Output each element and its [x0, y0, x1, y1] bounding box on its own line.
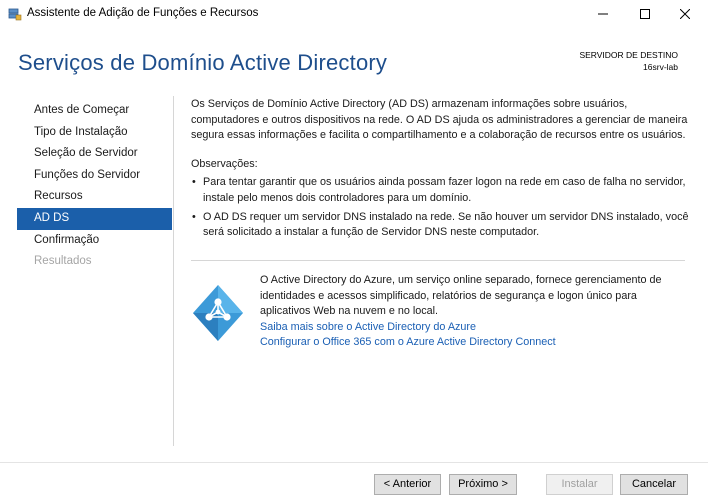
- nav-item-antes-de-comecar[interactable]: Antes de Começar: [17, 100, 172, 122]
- azure-description: O Active Directory do Azure, um serviço …: [260, 274, 662, 318]
- nav-item-ad-ds[interactable]: AD DS: [17, 207, 172, 230]
- nav-item-tipo-de-instalacao[interactable]: Tipo de Instalação: [17, 122, 172, 144]
- close-button[interactable]: [662, 0, 708, 28]
- azure-ad-icon: [191, 283, 245, 343]
- page-header: Serviços de Domínio Active Directory SER…: [0, 28, 708, 94]
- nav-divider: [173, 96, 174, 446]
- nav-item-recursos[interactable]: Recursos: [17, 186, 172, 208]
- next-button[interactable]: Próximo >: [449, 474, 517, 495]
- list-item: • Para tentar garantir que os usuários a…: [191, 175, 691, 206]
- window-title: Assistente de Adição de Funções e Recurs…: [27, 7, 259, 19]
- bullet-text: O AD DS requer um servidor DNS instalado…: [203, 210, 689, 239]
- wizard-nav: Antes de Começar Tipo de Instalação Sele…: [17, 100, 172, 273]
- title-bar: Assistente de Adição de Funções e Recurs…: [0, 0, 708, 28]
- observations-title: Observações:: [191, 157, 258, 170]
- section-divider: [191, 260, 685, 261]
- nav-item-funcoes-do-servidor[interactable]: Funções do Servidor: [17, 165, 172, 187]
- bullet-icon: •: [192, 210, 196, 223]
- destination-server-label: SERVIDOR DE DESTINO: [579, 50, 678, 60]
- nav-item-resultados: Resultados: [34, 255, 92, 268]
- office365-aad-connect-link[interactable]: Configurar o Office 365 com o Azure Acti…: [260, 335, 690, 351]
- list-item: • O AD DS requer um servidor DNS instala…: [191, 210, 691, 241]
- cancel-button[interactable]: Cancelar: [620, 474, 688, 495]
- page-title: Serviços de Domínio Active Directory: [18, 50, 388, 75]
- server-manager-icon: [8, 7, 22, 21]
- nav-item-selecao-de-servidor[interactable]: Seleção de Servidor: [17, 143, 172, 165]
- previous-button[interactable]: < Anterior: [374, 474, 441, 495]
- main-content: Os Serviços de Domínio Active Directory …: [191, 97, 691, 244]
- bullet-icon: •: [192, 176, 196, 189]
- minimize-button[interactable]: [580, 0, 626, 28]
- bullet-text: Para tentar garantir que os usuários ain…: [203, 176, 686, 204]
- azure-section: O Active Directory do Azure, um serviço …: [260, 273, 690, 351]
- intro-text: Os Serviços de Domínio Active Directory …: [191, 98, 688, 142]
- nav-item-confirmacao[interactable]: Confirmação: [17, 230, 172, 252]
- destination-server-name: 16srv-lab: [643, 62, 678, 72]
- azure-learn-more-link[interactable]: Saiba mais sobre o Active Directory do A…: [260, 320, 690, 336]
- footer-divider: [0, 462, 708, 463]
- install-button: Instalar: [546, 474, 613, 495]
